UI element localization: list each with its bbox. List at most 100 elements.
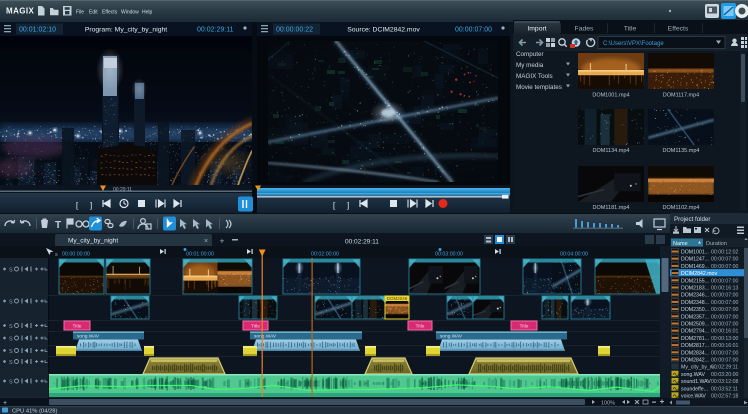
svg-text:00:00:07:00: 00:00:07:00: [711, 293, 739, 299]
svg-text:Title: Title: [251, 324, 260, 330]
svg-text:00:03:12:08: 00:03:12:08: [711, 379, 739, 385]
svg-text:00:00:07:00: 00:00:07:00: [711, 350, 739, 356]
svg-text:Title: Title: [73, 324, 82, 330]
svg-text:00:00:16:13: 00:00:16:13: [711, 286, 739, 292]
svg-text:S: S: [9, 268, 13, 274]
svg-text:C:\Users\VPX\Footage: C:\Users\VPX\Footage: [603, 41, 664, 47]
svg-text:s: s: [55, 252, 58, 258]
svg-text:soundeffe...: soundeffe...: [681, 386, 708, 392]
svg-text:DOM1134.mp4: DOM1134.mp4: [593, 148, 630, 154]
svg-text:song.WAV: song.WAV: [440, 334, 463, 340]
svg-text:DOM2794...: DOM2794...: [681, 329, 709, 335]
svg-text:00:00:07:00: 00:00:07:00: [711, 257, 739, 263]
svg-text:DOM2346...: DOM2346...: [681, 293, 709, 299]
svg-text:Duration: Duration: [706, 241, 727, 247]
svg-text:00:00:12:02: 00:00:12:02: [711, 250, 739, 256]
svg-text:+: +: [220, 237, 225, 246]
svg-text:DOM2842...: DOM2842...: [681, 358, 709, 364]
svg-text:00:02:57:18: 00:02:57:18: [711, 394, 739, 400]
svg-text:Source: DCIM2842.mov: Source: DCIM2842.mov: [347, 27, 420, 34]
svg-text:00:04:00:00: 00:04:00:00: [560, 252, 588, 258]
svg-text:MAGIX Tools: MAGIX Tools: [516, 73, 553, 80]
svg-text:sound1.WAV: sound1.WAV: [681, 379, 711, 385]
svg-text:Title: Title: [624, 26, 637, 33]
svg-text:Name: Name: [673, 241, 688, 247]
svg-text:My media: My media: [516, 62, 544, 69]
svg-text:00:00:00:00: 00:00:00:00: [62, 252, 90, 258]
svg-text:DOM2834...: DOM2834...: [681, 350, 709, 356]
svg-text:DOM1135.mp4: DOM1135.mp4: [663, 148, 700, 154]
svg-text:S: S: [9, 380, 13, 386]
svg-text:Edit: Edit: [89, 10, 98, 16]
svg-text:00:02:29:11: 00:02:29:11: [711, 365, 738, 371]
svg-text:00:00:07:00: 00:00:07:00: [711, 358, 739, 364]
svg-text:00:00:00:22: 00:00:00:22: [276, 27, 313, 34]
svg-text:DOM2781...: DOM2781...: [681, 336, 709, 342]
svg-text:S: S: [9, 324, 13, 330]
svg-text:00:00:07:00: 00:00:07:00: [455, 27, 492, 34]
svg-text:Program: My_city_by_night: Program: My_city_by_night: [85, 27, 167, 34]
svg-text:+: +: [3, 400, 7, 407]
svg-text:DOM1181.mp4: DOM1181.mp4: [593, 205, 630, 211]
svg-text:song.WAV: song.WAV: [77, 334, 100, 340]
svg-text:00:02:29:11: 00:02:29:11: [197, 27, 234, 34]
svg-text:voice.WAV: voice.WAV: [681, 394, 706, 400]
svg-text:Title: Title: [520, 324, 529, 330]
svg-text:Project folder: Project folder: [674, 216, 710, 223]
svg-text:00:00:07:00: 00:00:07:00: [711, 264, 739, 270]
svg-text:00:00:16:01: 00:00:16:01: [711, 343, 739, 349]
svg-text:00:00:13:00: 00:00:13:00: [711, 336, 739, 342]
svg-text:song.WAV: song.WAV: [681, 372, 705, 378]
svg-text:MAGIX: MAGIX: [6, 7, 34, 16]
svg-text:Effects: Effects: [668, 26, 689, 33]
svg-text:song.WAV: song.WAV: [254, 334, 277, 340]
svg-text:100%: 100%: [601, 401, 615, 407]
svg-text:00:00:07:00: 00:00:07:00: [711, 314, 739, 320]
svg-text:S: S: [9, 300, 13, 306]
svg-text:DOM1247...: DOM1247...: [681, 257, 709, 263]
svg-text:DOM2046: DOM2046: [387, 296, 408, 301]
svg-text:CPU 41% (04/28): CPU 41% (04/28): [12, 409, 57, 414]
svg-text:S: S: [9, 349, 13, 355]
svg-text:Window: Window: [121, 10, 139, 16]
svg-text:S: S: [9, 360, 13, 366]
svg-text:00:02:29:11: 00:02:29:11: [345, 239, 379, 246]
svg-text:00:00:16:01: 00:00:16:01: [711, 329, 739, 335]
svg-text:DCIM2842.mov: DCIM2842.mov: [681, 271, 717, 277]
svg-text:00:01:02:10: 00:01:02:10: [19, 27, 56, 34]
svg-text:00:29:11: 00:29:11: [113, 187, 132, 193]
svg-text:S: S: [9, 337, 13, 343]
svg-text:Help: Help: [142, 10, 153, 16]
svg-text:Computer: Computer: [516, 51, 544, 58]
svg-text:DOM1469...: DOM1469...: [681, 264, 709, 270]
svg-text:DOM2155...: DOM2155...: [681, 278, 709, 284]
svg-text:My_city_by_night: My_city_by_night: [68, 238, 118, 245]
svg-text:00:00:07:00: 00:00:07:00: [711, 307, 739, 313]
svg-text:DOM2509...: DOM2509...: [681, 322, 709, 328]
svg-text:×: ×: [204, 238, 208, 245]
svg-text:Fades: Fades: [575, 26, 594, 33]
svg-text:DOM2817...: DOM2817...: [681, 343, 709, 349]
svg-text:00:00:07:00: 00:00:07:00: [711, 300, 739, 306]
svg-text:00:02:00:00: 00:02:00:00: [311, 252, 339, 258]
svg-text:00:03:00:00: 00:03:00:00: [435, 252, 463, 258]
svg-text:Effects: Effects: [102, 10, 118, 16]
svg-text:DOM1117.mp4: DOM1117.mp4: [663, 93, 699, 99]
svg-text:Title: Title: [416, 324, 425, 330]
svg-text:DOM2357...: DOM2357...: [681, 314, 709, 320]
svg-text:Import: Import: [527, 26, 546, 33]
svg-text:00:03:52:11: 00:03:52:11: [711, 386, 738, 392]
svg-text:DOM2348...: DOM2348...: [681, 300, 709, 306]
svg-text:00:00:07:00: 00:00:07:00: [711, 322, 739, 328]
svg-text:00:00:07:00: 00:00:07:00: [711, 278, 739, 284]
svg-text:Movie templates: Movie templates: [516, 84, 562, 91]
svg-text:T: T: [55, 220, 61, 231]
svg-text:DOM1001.mp4: DOM1001.mp4: [592, 93, 629, 99]
svg-text:File: File: [76, 10, 84, 16]
svg-text:00:01:00:00: 00:01:00:00: [186, 252, 214, 258]
svg-text:DOM1102.mp4: DOM1102.mp4: [663, 205, 700, 211]
svg-text:DOM1001...: DOM1001...: [681, 250, 709, 256]
svg-text:]: ]: [347, 200, 349, 210]
svg-text:]: ]: [90, 200, 92, 210]
svg-text:DOM2350...: DOM2350...: [681, 307, 709, 313]
